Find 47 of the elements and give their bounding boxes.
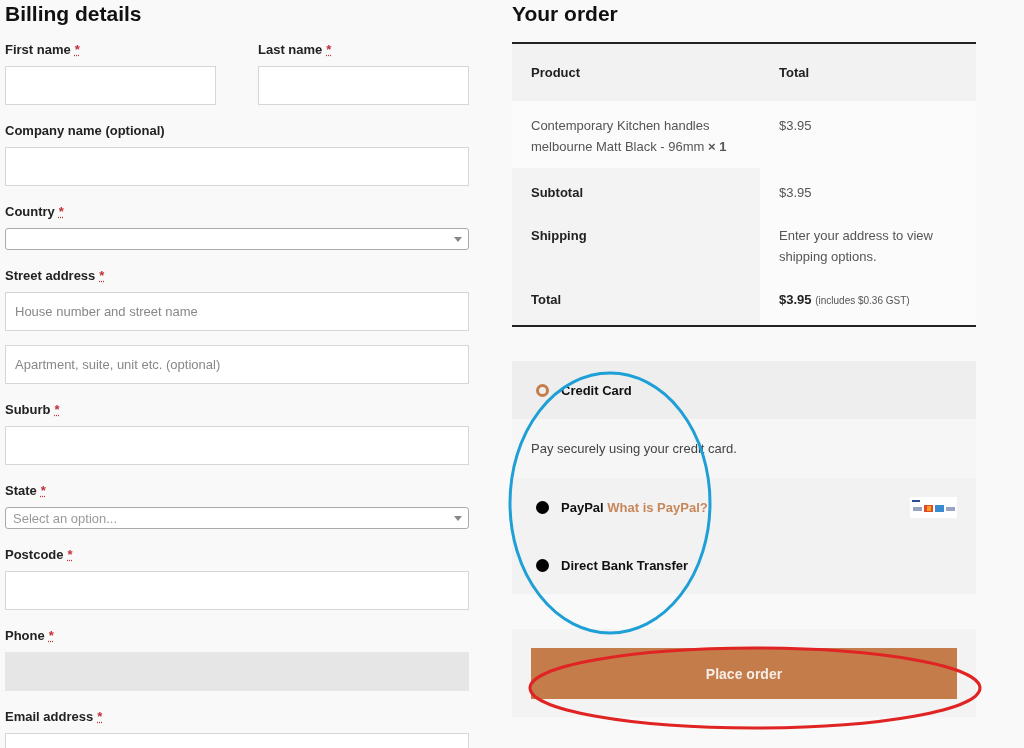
table-cell-text: $3.95 [778,117,813,135]
caret-icon [454,515,462,521]
radio-button[interactable] [536,500,549,514]
radio-button[interactable] [536,558,549,572]
required-mark: * [40,483,46,499]
field-label: Street address [5,268,96,284]
table-cell: Total [512,275,760,325]
field-label: Country [5,204,55,220]
input-field[interactable]: Apartment, suite, unit etc. (optional) [5,345,469,384]
total-amount: $3.95 [779,292,812,307]
field-label: Postcode [5,547,64,563]
payment-option-label[interactable]: Direct Bank Transfer [561,557,689,573]
section-heading: Your order [512,2,619,26]
input-field[interactable] [5,66,216,105]
required-mark: * [97,709,103,725]
required-mark: * [58,204,64,220]
field-label: Company name (optional) [5,123,165,139]
table-cell-text: Enter your address to view shipping options. [778,227,934,266]
radio-button[interactable] [536,383,549,397]
required-mark: * [67,547,73,563]
column-header: Product [512,44,760,101]
field-label: State [5,483,37,499]
field-label: Suburb [5,402,51,418]
select-field[interactable] [5,228,469,250]
field-label: Phone [5,628,45,644]
table-cell-text: Contemporary Kitchen handles melbourne Matt Black - 96mm × 1 [530,117,728,156]
input-field[interactable] [5,147,469,186]
table-cell-text: $3.95 [778,184,813,202]
tax-note: (includes $0.36 GST) [815,295,910,306]
input-field[interactable]: House number and street name [5,292,469,331]
input-field[interactable] [5,571,469,610]
table-cell: Subtotal [512,168,760,211]
field-label: Email address [5,709,94,725]
input-field[interactable] [5,426,469,465]
input-field[interactable] [258,66,469,105]
column-header: Total [760,44,976,101]
required-mark: * [74,42,80,58]
field-label: First name [5,42,71,58]
required-mark: * [48,628,54,644]
field-label: Last name [258,42,323,58]
section-heading: Billing details [5,2,143,26]
required-mark: * [326,42,332,58]
caret-icon [454,236,462,242]
table-cell: Shipping [512,211,760,275]
payment-option-label[interactable]: PayPal [561,499,604,515]
required-mark: * [54,402,60,418]
required-mark: * [99,268,105,284]
